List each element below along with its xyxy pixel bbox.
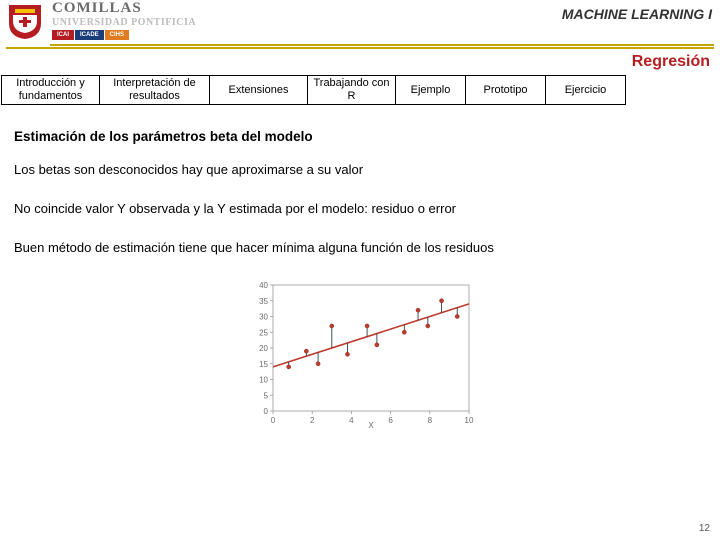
svg-text:25: 25 <box>259 328 268 337</box>
content-p2: No coincide valor Y observada y la Y est… <box>14 201 706 216</box>
school-bar: ICADE <box>75 30 104 40</box>
content-p1: Los betas son desconocidos hay que aprox… <box>14 162 706 177</box>
svg-text:0: 0 <box>264 407 269 416</box>
svg-text:20: 20 <box>259 344 268 353</box>
section-title: Regresión <box>0 49 720 75</box>
page-number: 12 <box>699 523 710 534</box>
tab-bar: Introducción y fundamentos Interpretació… <box>0 75 720 105</box>
course-title: MACHINE LEARNING I <box>562 6 712 22</box>
university-name: COMILLAS <box>52 0 142 16</box>
school-bar: CIHS <box>105 30 129 40</box>
tab-introduccion[interactable]: Introducción y fundamentos <box>1 75 100 105</box>
tab-ejercicio[interactable]: Ejercicio <box>546 75 626 105</box>
university-shield-icon <box>4 0 46 42</box>
svg-text:35: 35 <box>259 297 268 306</box>
svg-text:30: 30 <box>259 313 268 322</box>
slide-header: COMILLAS UNIVERSIDAD PONTIFICIA ICAI ICA… <box>0 0 720 44</box>
content-p3: Buen método de estimación tiene que hace… <box>14 240 706 255</box>
svg-text:6: 6 <box>388 416 393 425</box>
university-subtitle: UNIVERSIDAD PONTIFICIA <box>52 17 562 28</box>
tab-ejemplo[interactable]: Ejemplo <box>396 75 466 105</box>
svg-text:5: 5 <box>264 391 269 400</box>
university-name-block: COMILLAS UNIVERSIDAD PONTIFICIA ICAI ICA… <box>52 0 562 40</box>
svg-text:10: 10 <box>465 416 474 425</box>
tab-interpretacion[interactable]: Interpretación de resultados <box>100 75 210 105</box>
svg-text:15: 15 <box>259 360 268 369</box>
tab-trabajando-r[interactable]: Trabajando con R <box>308 75 396 105</box>
slide-content: Estimación de los parámetros beta del mo… <box>0 105 720 434</box>
content-subhead: Estimación de los parámetros beta del mo… <box>14 129 706 144</box>
school-bars: ICAI ICADE CIHS <box>52 30 562 40</box>
svg-text:2: 2 <box>310 416 315 425</box>
svg-text:8: 8 <box>428 416 433 425</box>
school-bar: ICAI <box>52 30 74 40</box>
divider-top <box>50 44 714 46</box>
svg-text:40: 40 <box>259 281 268 290</box>
tab-extensiones[interactable]: Extensiones <box>210 75 308 105</box>
svg-text:0: 0 <box>271 416 276 425</box>
residuals-chart: 0 5 10 15 20 25 30 35 40 0 2 4 6 8 10 X <box>14 279 706 434</box>
svg-text:X: X <box>368 421 374 429</box>
svg-text:10: 10 <box>259 376 268 385</box>
tab-prototipo[interactable]: Prototipo <box>466 75 546 105</box>
svg-text:4: 4 <box>349 416 354 425</box>
